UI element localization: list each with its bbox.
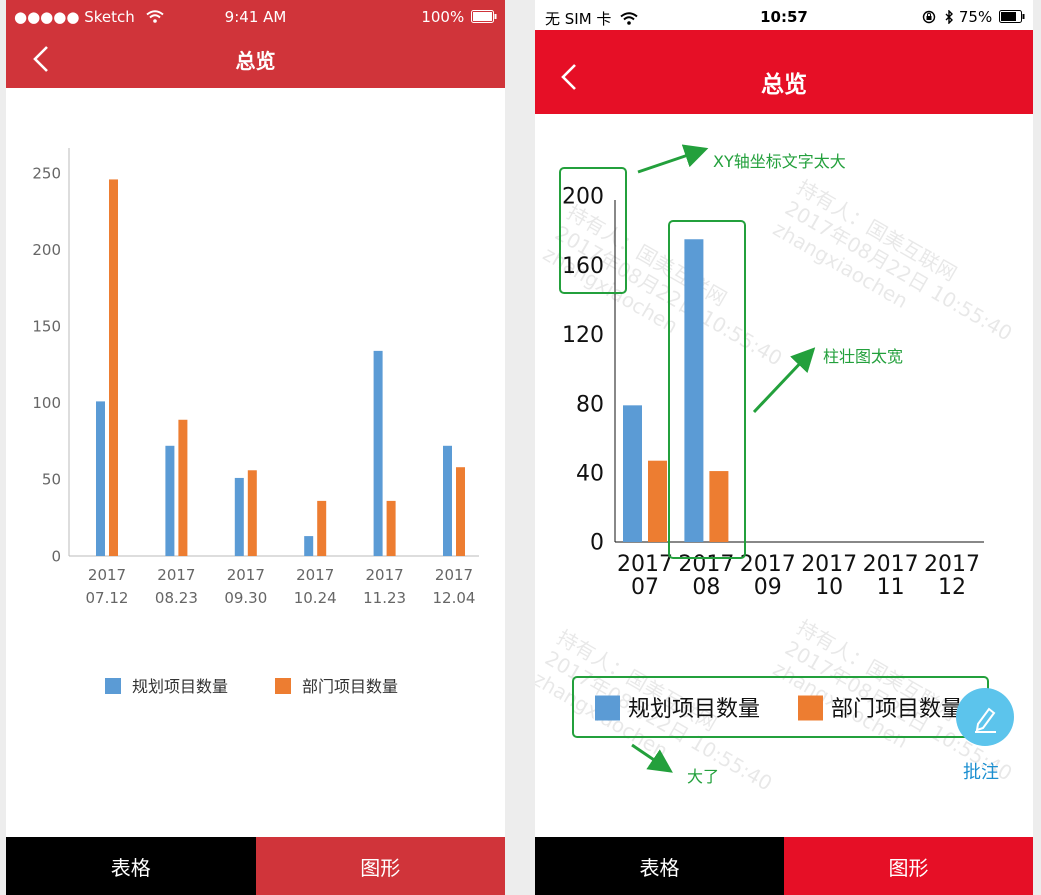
legend-label: 规划项目数量 <box>132 677 228 696</box>
y-tick-label: 250 <box>32 165 61 183</box>
bar-planned <box>234 477 244 556</box>
annotation-bars-too-wide: 柱壮图太宽 <box>823 347 904 366</box>
tab-chart[interactable]: 图形 <box>784 837 1033 895</box>
x-tick-label: 09.30 <box>224 589 267 607</box>
bar-planned <box>165 445 175 556</box>
arrow-to-axis-note <box>637 144 709 174</box>
annotation-axis-text-too-large: XY轴坐标文字太大 <box>713 152 846 171</box>
x-tick-label: 11.23 <box>363 589 406 607</box>
x-tick-label: 2017 <box>435 566 473 584</box>
annotate-button[interactable] <box>956 688 1014 746</box>
x-tick-label: 2017 <box>88 566 126 584</box>
bar-planned <box>96 401 105 556</box>
x-tick-label: 07.12 <box>86 589 129 607</box>
tab-bar: 表格 图形 <box>6 837 505 895</box>
right-phone-screen: 无 SIM 卡 10:57 75% 总览 持有人：国美互联网 2017年08月22… <box>535 0 1033 895</box>
legend-swatch <box>275 678 291 694</box>
arrow-to-bar-note <box>752 347 816 414</box>
x-tick-label: 10.24 <box>294 589 337 607</box>
tab-bar: 表格 图形 <box>535 837 1033 895</box>
annotation-legend-too-large: 大了 <box>687 767 720 786</box>
tab-table[interactable]: 表格 <box>535 837 784 895</box>
bar-chart-left: 0 50 100 150 200 250 2017 07.12 2017 08.23 2017 09.… <box>32 148 479 696</box>
y-tick-label: 0 <box>51 547 61 565</box>
x-tick-label: 08.23 <box>155 589 198 607</box>
annotate-label[interactable]: 批注 <box>963 758 999 784</box>
bar-planned <box>373 350 383 556</box>
bar-department <box>456 467 465 556</box>
bar-department <box>317 500 327 556</box>
bar-department <box>247 470 257 556</box>
bar-planned <box>304 536 314 556</box>
bar-department <box>109 179 118 556</box>
bar-planned <box>443 445 452 556</box>
bar-department <box>386 500 396 556</box>
y-tick-label: 50 <box>42 471 61 489</box>
x-tick-label: 2017 <box>227 566 265 584</box>
arrow-to-legend-note <box>631 743 673 773</box>
tab-table[interactable]: 表格 <box>6 837 256 895</box>
x-tick-label: 2017 <box>366 566 404 584</box>
x-tick-label: 12.04 <box>433 589 476 607</box>
y-tick-label: 100 <box>32 394 61 412</box>
x-tick-label: 2017 <box>296 566 334 584</box>
y-tick-label: 200 <box>32 241 61 259</box>
tab-chart[interactable]: 图形 <box>255 837 505 895</box>
x-tick-label: 2017 <box>157 566 195 584</box>
bar-department <box>178 419 188 556</box>
left-phone-screen: ●●●●● Sketch 9:41 AM 100% 总览 0 50 100 150 20… <box>6 0 505 895</box>
legend-label: 部门项目数量 <box>302 677 398 696</box>
legend-swatch <box>105 678 121 694</box>
y-tick-label: 150 <box>32 318 61 336</box>
pencil-icon <box>975 707 996 733</box>
